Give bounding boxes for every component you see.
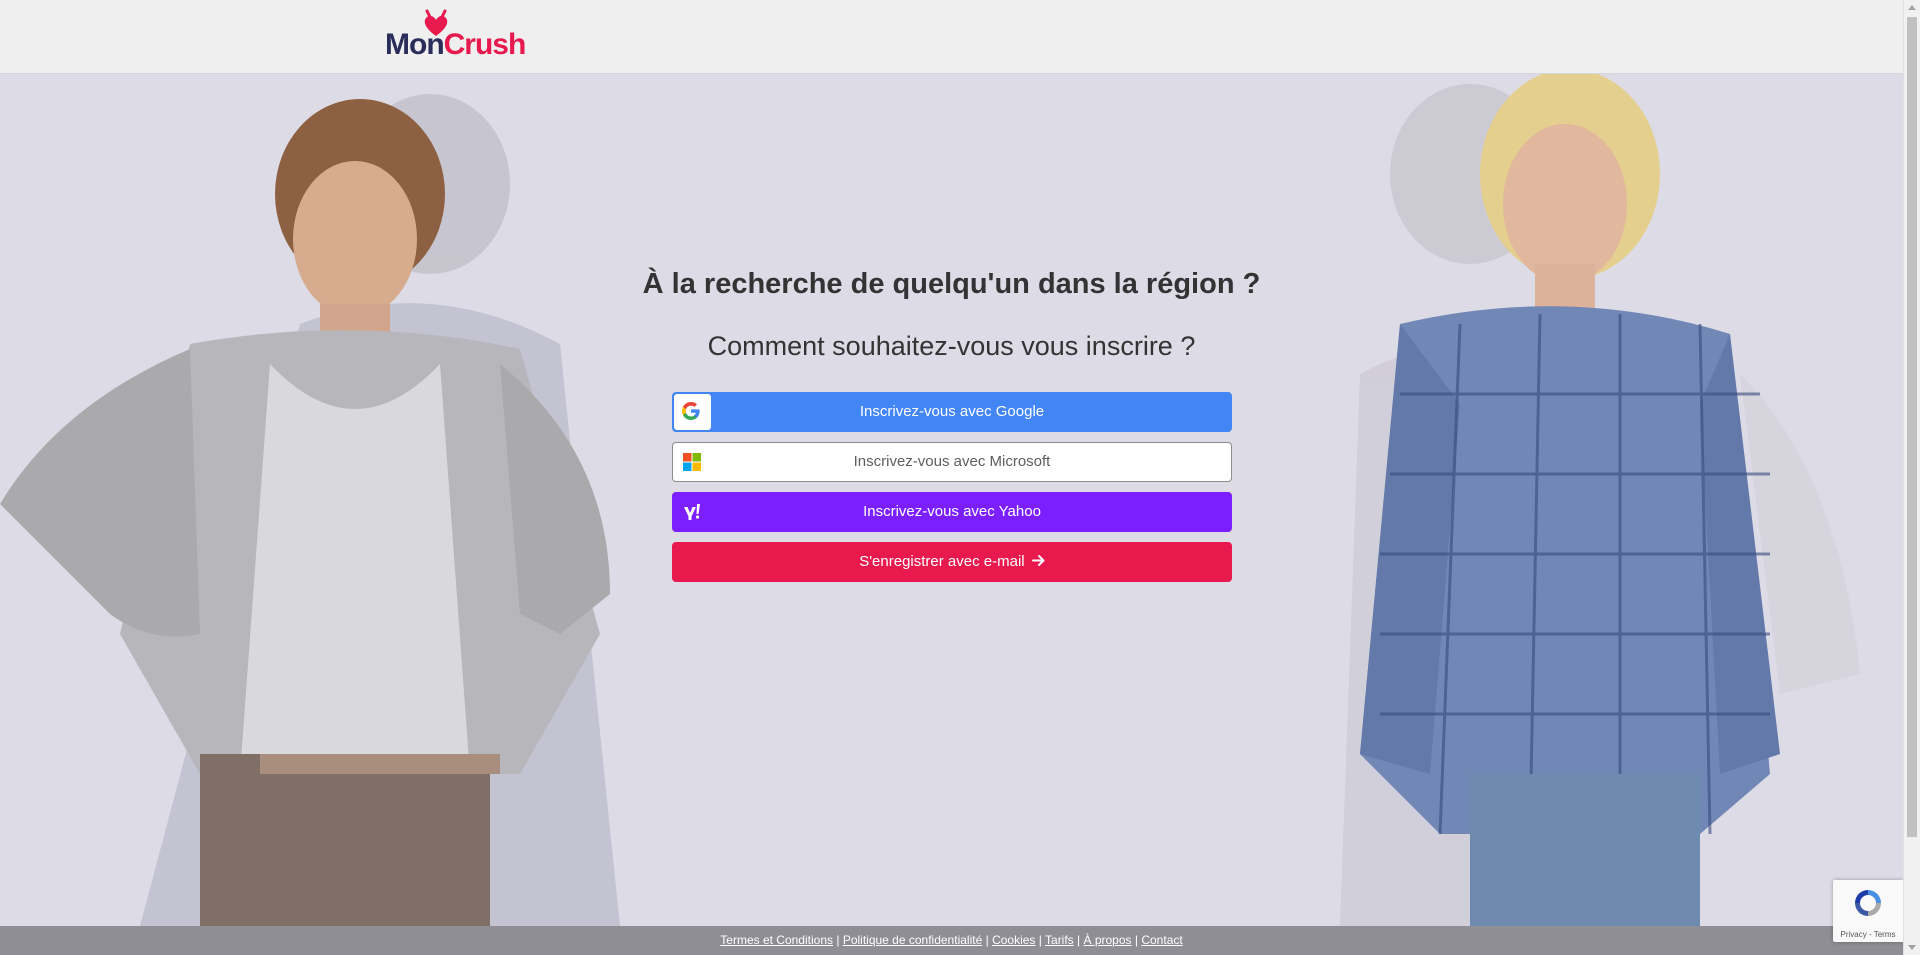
footer-separator: | [1038,933,1042,947]
logo-crush: Crush [443,28,527,61]
arrow-right-icon [1031,555,1045,566]
signup-yahoo-label: Inscrivez-vous avec Yahoo [863,503,1041,520]
left-portrait-image [0,94,620,926]
footer-link-cookies[interactable]: Cookies [992,933,1035,947]
footer-link-terms[interactable]: Termes et Conditions [720,933,833,947]
moncrush-logo[interactable]: MonCrush [385,8,526,66]
page-scrollbar[interactable] [1903,0,1920,955]
top-bar: MonCrush [0,0,1903,74]
footer-link-pricing[interactable]: Tarifs [1045,933,1074,947]
google-g-icon [682,402,700,420]
recaptcha-links: Privacy - Terms [1833,930,1903,939]
footer-separator: | [985,933,989,947]
signup-buttons: Inscrivez-vous avec Google Inscrivez-vou… [672,392,1232,592]
logo-wordmark: MonCrush [385,28,527,62]
recaptcha-badge[interactable]: Privacy - Terms [1833,880,1903,942]
footer-separator: | [1077,933,1081,947]
signup-yahoo-button[interactable]: Inscrivez-vous avec Yahoo [672,492,1232,532]
signup-microsoft-button[interactable]: Inscrivez-vous avec Microsoft [672,442,1232,482]
scroll-down-arrow-icon[interactable] [1908,945,1916,950]
yahoo-y-icon [684,504,700,520]
signup-microsoft-label: Inscrivez-vous avec Microsoft [853,453,1051,470]
signup-prompt: À la recherche de quelqu'un dans la régi… [620,264,1283,366]
footer: Termes et Conditions | Politique de conf… [0,926,1903,955]
recaptcha-privacy-link[interactable]: Privacy [1841,930,1867,939]
right-portrait-image [1340,74,1860,926]
signup-email-label: S'enregistrer avec e-mail [859,553,1025,570]
footer-link-contact[interactable]: Contact [1141,933,1182,947]
signup-email-button[interactable]: S'enregistrer avec e-mail [672,542,1232,582]
microsoft-logo-icon [683,453,701,471]
footer-separator: | [836,933,840,947]
signup-google-label: Inscrivez-vous avec Google [859,403,1045,420]
page-headline: À la recherche de quelqu'un dans la régi… [642,268,1261,300]
footer-separator: | [1134,933,1138,947]
footer-link-about[interactable]: À propos [1084,933,1132,947]
recaptcha-dash: - [1868,930,1872,939]
signup-google-button[interactable]: Inscrivez-vous avec Google [672,392,1232,432]
page-subheadline: Comment souhaitez-vous vous inscrire ? [707,331,1196,361]
scrollbar-thumb[interactable] [1907,17,1917,837]
logo-mon: Mon [385,28,445,61]
footer-link-privacy[interactable]: Politique de confidentialité [843,933,982,947]
recaptcha-terms-link[interactable]: Terms [1874,930,1896,939]
scroll-up-arrow-icon[interactable] [1908,5,1916,10]
recaptcha-icon [1855,890,1881,916]
